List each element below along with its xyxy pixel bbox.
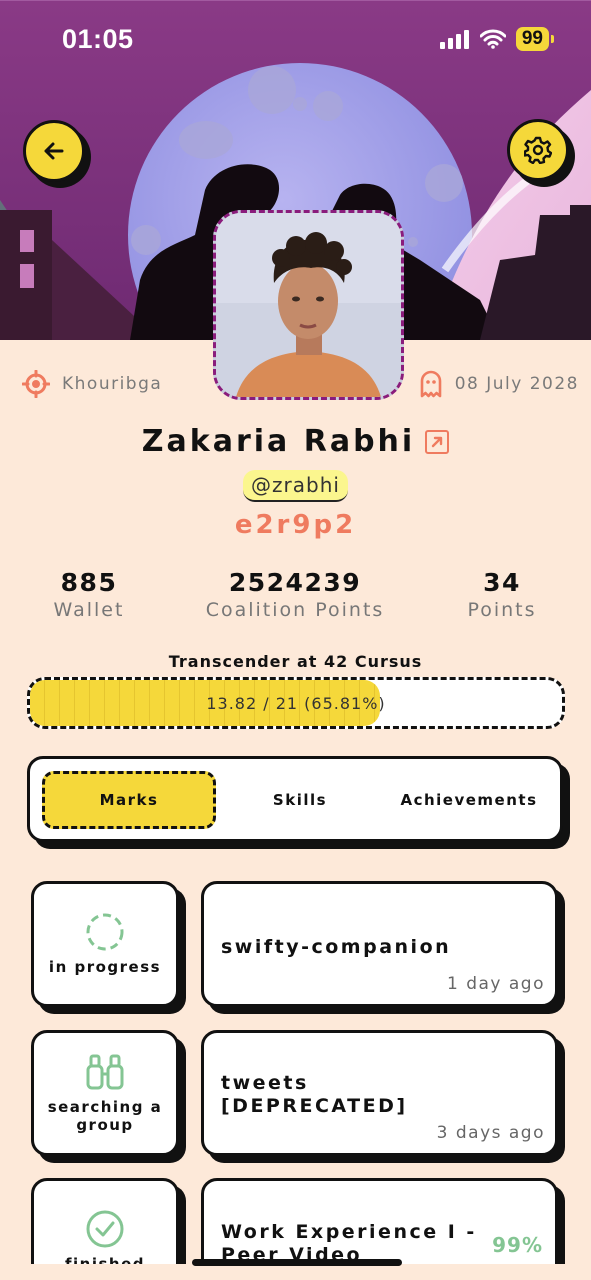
date-text: 08 July 2028 — [454, 374, 579, 394]
cellular-signal-icon — [439, 30, 469, 49]
login-wrapper: @zrabhi — [0, 470, 591, 502]
project-time: 1 day ago — [446, 974, 545, 994]
project-card[interactable]: tweets [DEPRECATED] 3 days ago — [201, 1030, 558, 1156]
stat-points: 34 Points — [452, 568, 552, 621]
stat-value: 34 — [483, 568, 521, 597]
progress-label: 13.82 / 21 (65.81%) — [206, 693, 386, 713]
status-bar: 01:05 99 — [0, 0, 591, 80]
stat-coalition-points: 2524239 Coalition Points — [185, 568, 405, 621]
gear-icon — [524, 136, 552, 164]
project-name: tweets [DEPRECATED] — [221, 1072, 408, 1117]
battery-indicator: 99 — [515, 27, 555, 51]
project-card[interactable]: swifty-companion 1 day ago — [201, 881, 558, 1007]
stat-value: 2524239 — [228, 568, 362, 597]
arrow-left-icon — [44, 142, 64, 160]
external-link-icon[interactable] — [425, 429, 450, 454]
status-icons: 99 — [439, 27, 555, 51]
dashed-circle-icon — [86, 913, 124, 951]
project-status-card: searching a group — [31, 1030, 179, 1156]
bottom-edge — [0, 1264, 591, 1280]
back-button[interactable] — [23, 120, 85, 182]
status-time: 01:05 — [62, 24, 134, 54]
stat-value: 885 — [60, 568, 118, 597]
project-status-label: searching a group — [47, 1098, 163, 1134]
check-circle-icon — [86, 1210, 124, 1248]
tab-skills[interactable]: Skills — [216, 771, 384, 829]
location-text: Khouribga — [62, 374, 163, 394]
profile-name: Zakaria Rabhi — [141, 424, 416, 459]
avatar-photo — [216, 213, 401, 397]
project-grade: 99% — [492, 1233, 543, 1257]
profile-tabs: Marks Skills Achievements — [27, 756, 563, 842]
project-name: swifty-companion — [221, 936, 452, 958]
project-time: 3 days ago — [436, 1123, 545, 1143]
target-icon — [22, 370, 50, 398]
tab-marks[interactable]: Marks — [42, 771, 216, 829]
location-info: Khouribga — [22, 370, 162, 398]
campus-location-code: e2r9p2 — [234, 510, 357, 540]
profile-avatar — [213, 210, 404, 400]
level-progress-bar: 13.82 / 21 (65.81%) — [27, 677, 565, 729]
settings-button[interactable] — [507, 119, 569, 181]
stat-label: Points — [467, 599, 537, 621]
stat-label: Wallet — [53, 599, 125, 621]
ghost-icon — [420, 370, 442, 398]
tab-achievements[interactable]: Achievements — [384, 771, 554, 829]
profile-name-row: Zakaria Rabhi — [0, 424, 591, 459]
stat-label: Coalition Points — [205, 599, 385, 621]
project-status-label: in progress — [48, 958, 162, 976]
cursus-title: Transcender at 42 Cursus — [168, 652, 423, 671]
binoculars-icon — [86, 1054, 124, 1090]
profile-login: @zrabhi — [243, 470, 348, 502]
project-status-card: in progress — [31, 881, 179, 1007]
date-info: 08 July 2028 — [419, 370, 579, 398]
home-indicator[interactable] — [192, 1259, 402, 1266]
stat-wallet: 885 Wallet — [40, 568, 138, 621]
wifi-icon — [479, 29, 506, 49]
